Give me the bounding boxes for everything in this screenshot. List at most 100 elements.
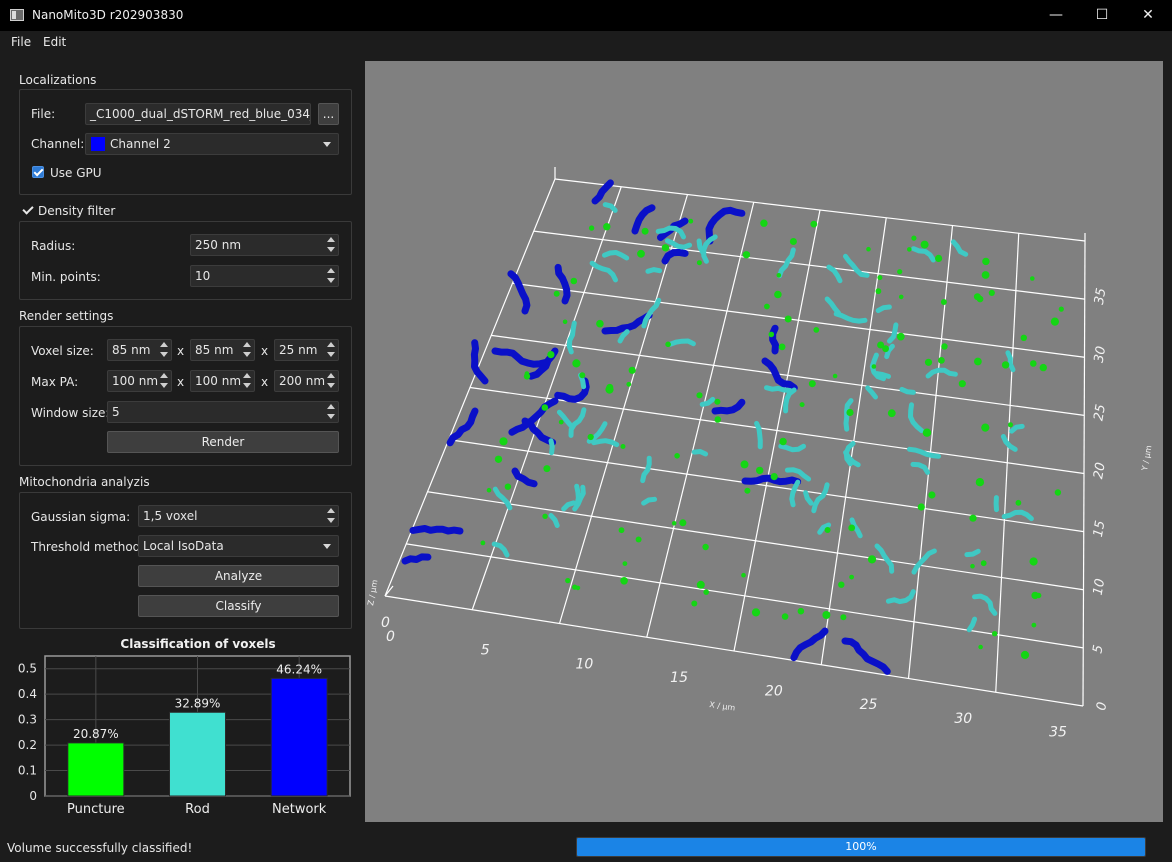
puncture-object — [679, 519, 687, 527]
rod-object — [925, 367, 958, 379]
rod-object — [885, 589, 916, 605]
y-tick-label: 5 — [1090, 644, 1106, 655]
puncture-object — [1030, 360, 1037, 367]
render-settings-title: Render settings — [19, 309, 114, 323]
render-button[interactable]: Render — [107, 431, 339, 453]
3d-scene[interactable]: 05101520253035510152025303500X / µmY / µ… — [365, 61, 1163, 822]
puncture-object — [988, 289, 995, 296]
rod-object — [783, 387, 797, 414]
spin-arrows-icon[interactable] — [241, 341, 253, 359]
puncture-object — [696, 392, 703, 399]
puncture-object — [958, 380, 966, 388]
rod-object — [568, 407, 587, 438]
bar-puncture — [67, 742, 125, 797]
puncture-object — [570, 277, 578, 285]
menu-file[interactable]: File — [11, 35, 31, 49]
puncture-object — [978, 644, 983, 650]
density-filter-title: Density filter — [38, 204, 116, 218]
puncture-object — [1029, 557, 1038, 566]
use-gpu-checkbox[interactable] — [32, 166, 44, 178]
rod-object — [491, 541, 510, 558]
y-tick-label: 15 — [1091, 519, 1109, 538]
close-icon[interactable]: ✕ — [1125, 0, 1171, 31]
max-pa-z-spinbox[interactable]: 200 nm — [274, 370, 339, 392]
min-points-spinbox[interactable]: 10 — [190, 265, 339, 287]
voxel-size-x-spinbox[interactable]: 85 nm — [107, 339, 172, 361]
puncture-object — [776, 273, 782, 278]
menu-edit[interactable]: Edit — [43, 35, 66, 49]
puncture-object — [917, 503, 925, 511]
puncture-object — [840, 614, 847, 621]
puncture-object — [969, 514, 977, 522]
puncture-object — [541, 404, 549, 411]
spin-arrows-icon[interactable] — [325, 507, 337, 525]
puncture-object — [742, 251, 751, 259]
puncture-object — [1054, 489, 1062, 496]
max-pa-x-spinbox[interactable]: 100 nm — [107, 370, 172, 392]
puncture-object — [1001, 361, 1010, 369]
puncture-object — [768, 331, 775, 338]
chevron-down-icon — [323, 544, 331, 549]
network-object — [631, 204, 656, 235]
puncture-object — [848, 524, 856, 532]
puncture-object — [789, 238, 797, 245]
spin-arrows-icon[interactable] — [325, 403, 337, 421]
status-message: Volume successfully classified! — [7, 841, 193, 855]
classify-button[interactable]: Classify — [138, 595, 339, 617]
spin-arrows-icon[interactable] — [325, 267, 337, 285]
spin-arrows-icon[interactable] — [325, 236, 337, 254]
rod-object — [617, 329, 630, 344]
rod-object — [811, 482, 830, 514]
puncture-object — [587, 433, 594, 441]
browse-button[interactable]: ... — [318, 103, 339, 125]
window-title: NanoMito3D r202903830 — [32, 8, 184, 22]
puncture-object — [875, 288, 882, 295]
spin-arrows-icon[interactable] — [158, 372, 170, 390]
3d-viewport[interactable]: 0 5 10 15 20 25 30 35 5 10 15 20 25 30 35 0 0 X / µm Y / µ… — [365, 61, 1163, 822]
maximize-icon[interactable]: ☐ — [1079, 0, 1125, 31]
window-size-value: 5 — [112, 405, 120, 419]
minimize-icon[interactable]: — — [1033, 0, 1079, 31]
spin-arrows-icon[interactable] — [325, 372, 337, 390]
voxel-size-y-spinbox[interactable]: 85 nm — [190, 339, 255, 361]
puncture-object — [702, 543, 709, 551]
puncture-object — [671, 521, 677, 526]
rod-object — [664, 238, 693, 250]
progress-label: 100% — [845, 840, 877, 853]
puncture-object — [866, 246, 871, 252]
voxel-size-x-value: 85 nm — [112, 343, 151, 357]
y-tick-label: 0.3 — [18, 713, 37, 727]
rod-object — [910, 461, 931, 475]
puncture-object — [622, 561, 628, 566]
analyze-button[interactable]: Analyze — [138, 565, 339, 587]
radius-spinbox[interactable]: 250 nm — [190, 234, 339, 256]
gaussian-sigma-spinbox[interactable]: 1,5 voxel — [138, 505, 339, 527]
x-category-label: Puncture — [67, 802, 125, 817]
max-pa-y-value: 100 nm — [195, 374, 242, 388]
puncture-object — [620, 444, 626, 449]
puncture-object — [626, 381, 632, 387]
puncture-object — [744, 487, 751, 494]
density-filter-checkbox[interactable] — [22, 204, 34, 216]
puncture-object — [1050, 317, 1059, 326]
spin-arrows-icon[interactable] — [241, 372, 253, 390]
threshold-method-select[interactable]: Local IsoData — [138, 535, 339, 557]
y-axis-label: Y / µm — [1140, 444, 1154, 472]
max-pa-z-value: 200 nm — [279, 374, 326, 388]
rod-object — [908, 402, 925, 434]
voxel-size-z-spinbox[interactable]: 25 nm — [274, 339, 339, 361]
y-tick-label: 20 — [1091, 461, 1109, 480]
window-size-spinbox[interactable]: 5 — [107, 401, 339, 423]
rod-object — [966, 616, 978, 633]
x-axis-label: X / µm — [709, 700, 736, 713]
spin-arrows-icon[interactable] — [158, 341, 170, 359]
file-path-field[interactable]: _C1000_dual_dSTORM_red_blue_034_v3.tsf — [85, 103, 311, 125]
puncture-object — [778, 343, 786, 351]
rod-object — [964, 548, 981, 558]
max-pa-y-spinbox[interactable]: 100 nm — [190, 370, 255, 392]
channel-select[interactable]: Channel 2 — [85, 133, 339, 155]
rod-object — [645, 267, 663, 274]
puncture-object — [898, 294, 904, 300]
spin-arrows-icon[interactable] — [325, 341, 337, 359]
puncture-object — [691, 600, 698, 607]
